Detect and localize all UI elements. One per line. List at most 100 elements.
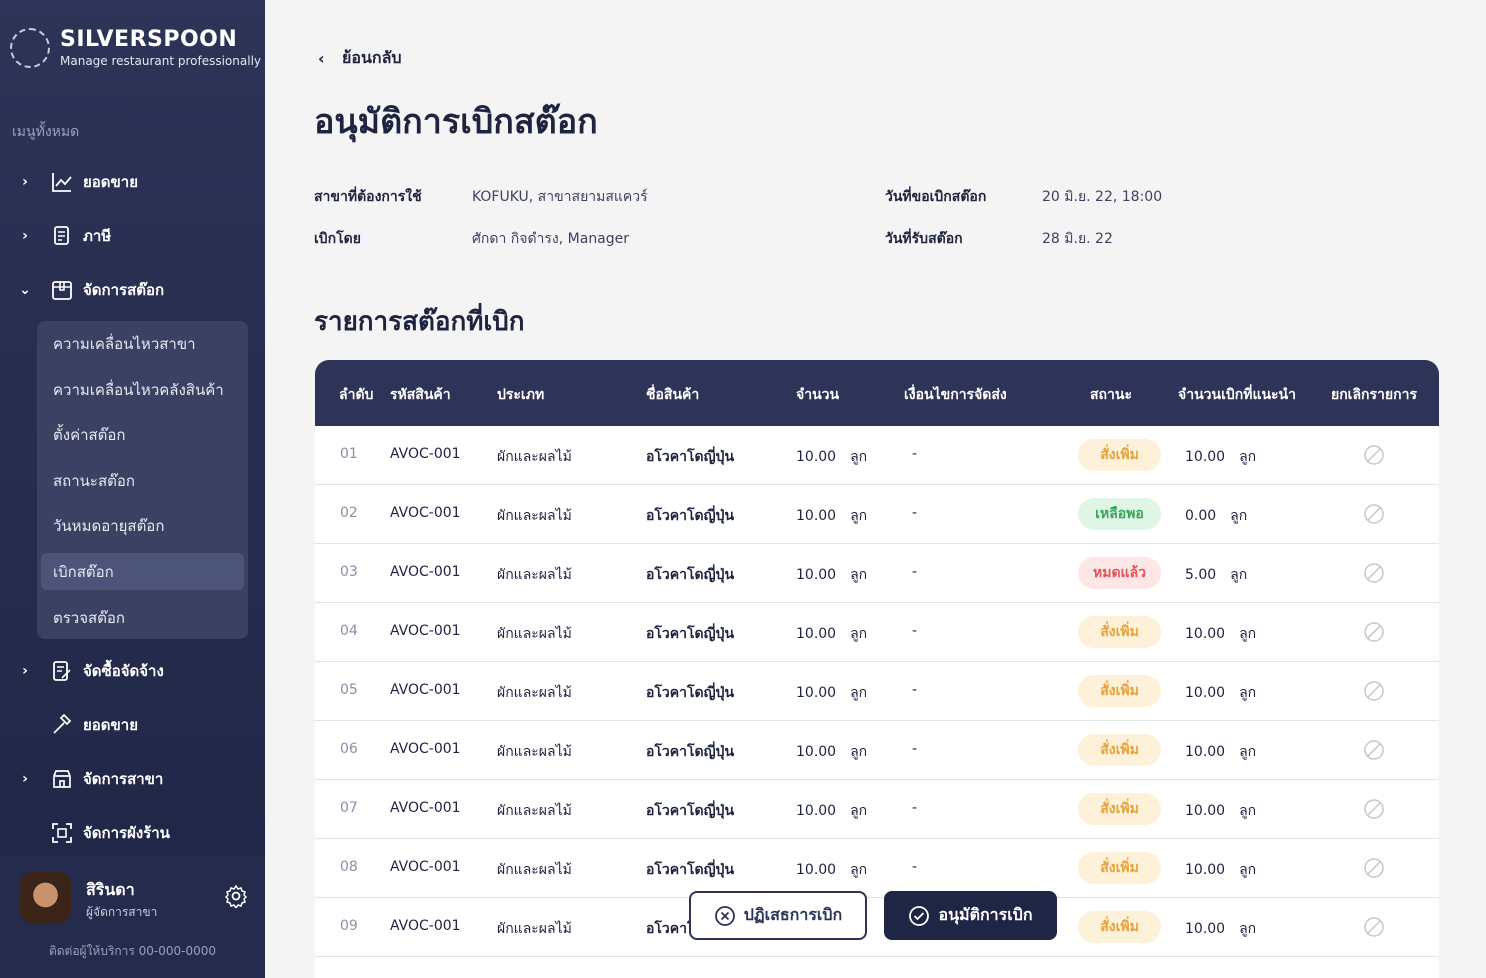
status-badge: สั่งเพิ่ม [1078,734,1161,766]
cancel-item-icon[interactable] [1364,858,1384,878]
chevron-right-icon: › [22,663,28,679]
suggested-quantity: 10.00 ลูก [1185,741,1256,763]
approve-label: อนุมัติการเบิก [938,905,1033,924]
info-value: 28 มิ.ย. 22 [1042,231,1113,247]
cancel-item-icon[interactable] [1364,445,1384,465]
delivery-condition: - [912,800,918,816]
submenu-item[interactable]: ตรวจสต๊อก [41,599,244,636]
stock-submenu: ความเคลื่อนไหวสาขา ความเคลื่อนไหวคลังสิน… [37,321,248,639]
quantity: 10.00 ลูก [796,800,867,822]
quantity-value: 10.00 [796,626,837,642]
product-code: AVOC-001 [390,800,461,816]
user-panel: สิรินดา ผู้จัดการสาขา ติดต่อผู้ให้บริการ… [0,856,265,978]
product-code: AVOC-001 [390,564,461,580]
logo-icon [10,28,50,68]
product-code: AVOC-001 [390,505,461,521]
info-label: วันที่ขอเบิกสต๊อก [885,189,987,205]
submenu-item-active[interactable]: เบิกสต๊อก [41,553,244,590]
column-header: จำนวน [796,387,840,403]
sidebar-item-sales[interactable]: › ยอดขาย [0,162,265,202]
chevron-right-icon: › [22,174,28,190]
contact-info: ติดต่อผู้ให้บริการ 00-000-0000 [48,944,217,958]
submenu-item[interactable]: สถานะสต๊อก [41,462,244,499]
request-date-label: วันที่ขอเบิกสต๊อก [885,186,986,208]
suggested-quantity: 0.00 ลูก [1185,505,1247,527]
brand-name: SILVERSPOON [60,27,238,52]
user-role: ผู้จัดการสาขา [86,905,158,919]
suggested-value: 10.00 [1185,449,1226,465]
product-code: AVOC-001 [390,918,461,934]
quantity-value: 10.00 [796,744,837,760]
quantity-unit: ลูก [850,744,868,760]
submenu-item[interactable]: ความเคลื่อนไหวสาขา [41,325,244,362]
avatar[interactable] [20,872,71,923]
sidebar-item-label: ภาษี [83,227,112,245]
cancel-item-icon[interactable] [1364,740,1384,760]
brand[interactable]: SILVERSPOON Manage restaurant profession… [10,28,261,68]
table-row: 07 AVOC-001 ผักและผลไม้ อโวคาโดญี่ปุ่น 10.00… [315,780,1439,839]
gear-icon[interactable] [224,884,248,908]
quantity-unit: ลูก [850,449,868,465]
delivery-condition: - [912,859,918,875]
back-button[interactable]: ‹ ย้อนกลับ [318,46,402,71]
submenu-item[interactable]: ความเคลื่อนไหวคลังสินค้า [41,371,244,408]
suggested-value: 10.00 [1185,744,1226,760]
submenu-item[interactable]: ตั้งค่าสต๊อก [41,416,244,453]
sidebar-item-label: จัดการสต๊อก [83,281,165,299]
cancel-item-icon[interactable] [1364,622,1384,642]
table-row: 05 AVOC-001 ผักและผลไม้ อโวคาโดญี่ปุ่น 10.00… [315,662,1439,721]
sidebar-item-stock[interactable]: ⌄ จัดการสต๊อก [0,270,265,310]
sidebar-item-branch[interactable]: › จัดการสาขา [0,759,265,799]
sidebar-item-sales-2[interactable]: ยอดขาย [0,705,265,745]
column-header: เงื่อนไขการจัดส่ง [904,387,1007,403]
table-row: 06 AVOC-001 ผักและผลไม้ อโวคาโดญี่ปุ่น 10.00… [315,721,1439,780]
status-badge: หมดแล้ว [1078,557,1161,589]
reject-button[interactable]: ปฏิเสธการเบิก [689,891,867,940]
product-category: ผักและผลไม้ [497,862,572,878]
sidebar-item-layout[interactable]: จัดการผังร้าน [0,813,265,853]
cancel-item-icon[interactable] [1364,504,1384,524]
receive-date-value: 28 มิ.ย. 22 [1042,228,1113,250]
quantity: 10.00 ลูก [796,564,867,586]
row-index: 06 [340,741,358,757]
status-badge: สั่งเพิ่ม [1078,439,1161,471]
quantity: 10.00 ลูก [796,859,867,881]
suggested-value: 10.00 [1185,921,1226,937]
suggested-unit: ลูก [1239,626,1257,642]
column-header: ลำดับ [339,387,374,403]
suggested-quantity: 10.00 ลูก [1185,446,1256,468]
submenu-item[interactable]: วันหมดอายุสต๊อก [41,507,244,544]
menu-header: เมนูทั้งหมด [12,124,80,140]
cancel-item-icon[interactable] [1364,799,1384,819]
suggested-value: 10.00 [1185,685,1226,701]
suggested-value: 0.00 [1185,508,1217,524]
quantity: 10.00 ลูก [796,505,867,527]
cancel-item-icon[interactable] [1364,681,1384,701]
table-row: 01 AVOC-001 ผักและผลไม้ อโวคาโดญี่ปุ่น 10.00… [315,426,1439,485]
sidebar-item-label: ยอดขาย [83,173,139,191]
quantity: 10.00 ลูก [796,682,867,704]
quantity-unit: ลูก [850,862,868,878]
quantity-value: 10.00 [796,508,837,524]
sidebar-item-procurement[interactable]: › จัดซื้อจัดจ้าง [0,651,265,691]
status-badge: เหลือพอ [1078,498,1161,530]
delivery-condition: - [912,623,918,639]
request-date-value: 20 มิ.ย. 22, 18:00 [1042,186,1162,208]
cancel-item-icon[interactable] [1364,917,1384,937]
approve-button[interactable]: อนุมัติการเบิก [884,891,1057,940]
quantity: 10.00 ลูก [796,741,867,763]
quantity: 10.00 ลูก [796,623,867,645]
sidebar-item-tax[interactable]: › ภาษี [0,216,265,256]
table-header: ลำดับ รหัสสินค้า ประเภท ชื่อสินค้า จำนวน… [315,360,1439,426]
column-header: จำนวนเบิกที่แนะนำ [1178,387,1296,403]
row-index: 09 [340,918,358,934]
suggested-unit: ลูก [1230,508,1248,524]
product-name: อโวคาโดญี่ปุ่น [646,744,735,760]
sidebar-item-label: จัดซื้อจัดจ้าง [83,662,164,680]
page-title: อนุมัติการเบิกสต๊อก [314,102,598,142]
cancel-item-icon[interactable] [1364,563,1384,583]
suggested-value: 5.00 [1185,567,1217,583]
suggested-unit: ลูก [1239,803,1257,819]
product-code: AVOC-001 [390,859,461,875]
column-header: ประเภท [497,387,545,403]
